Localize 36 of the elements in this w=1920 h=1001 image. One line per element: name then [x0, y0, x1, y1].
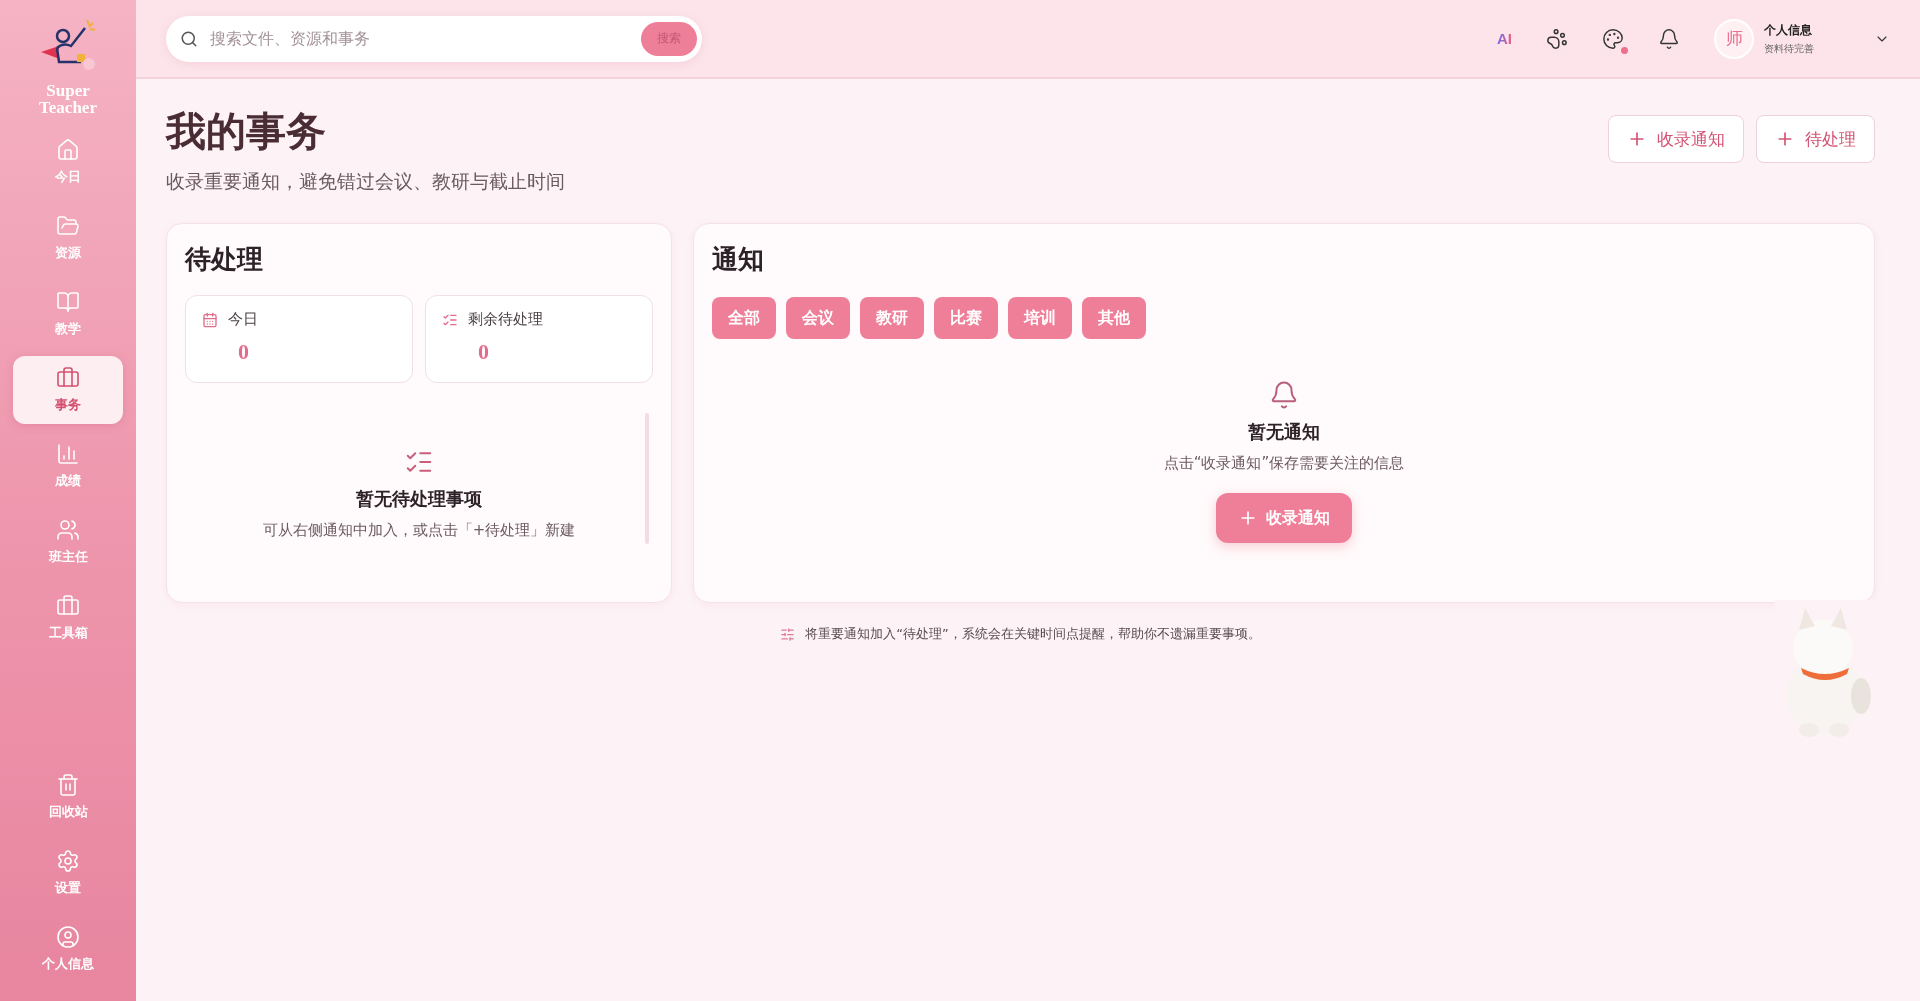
nav-item[interactable]: 事务 [13, 356, 123, 424]
nav-item[interactable]: 资源 [13, 204, 123, 272]
stat-label: 剩余待处理 [468, 310, 543, 329]
nav-item[interactable]: 今日 [13, 128, 123, 196]
page-title: 我的事务 [166, 107, 327, 155]
card-title: 通知 [712, 243, 765, 276]
stat-label: 今日 [228, 310, 258, 329]
filter-chip[interactable]: 会议 [786, 297, 850, 339]
nav-item[interactable]: 设置 [13, 839, 123, 907]
page-subtitle: 收录重要通知，避免错过会议、教研与截止时间 [166, 169, 565, 194]
nav-item[interactable]: 回收站 [13, 763, 123, 831]
card-title: 待处理 [185, 243, 264, 276]
empty-hint: 点击“收录通知”保存需要关注的信息 [1163, 454, 1405, 473]
stat-value: 0 [478, 339, 490, 365]
nav-item[interactable]: 班主任 [13, 508, 123, 576]
filter-chip[interactable]: 比赛 [934, 297, 998, 339]
empty-hint: 可从右侧通知中加入，或点击「+待处理」新建 [262, 521, 576, 540]
footer-hint: 将重要通知加入“待处理”，系统会在关键时间点提醒，帮助你不遗漏重要事项。 [805, 625, 1261, 643]
stat-value: 0 [238, 339, 250, 365]
add-notice-button[interactable]: 收录通知 [1216, 493, 1352, 543]
filter-chip[interactable]: 其他 [1082, 297, 1146, 339]
user-status: 资料待完善 [1764, 41, 1815, 56]
add-button[interactable]: 待处理 [1756, 115, 1875, 163]
nav-item[interactable]: 教学 [13, 280, 123, 348]
filter-chip[interactable]: 全部 [712, 297, 776, 339]
nav-item[interactable]: 个人信息 [13, 915, 123, 983]
avatar[interactable]: 师 [1714, 18, 1754, 59]
nav-item[interactable]: 成绩 [13, 432, 123, 500]
filter-chip[interactable]: 教研 [860, 297, 924, 339]
filter-chip[interactable]: 培训 [1008, 297, 1072, 339]
nav-item[interactable]: 工具箱 [13, 584, 123, 652]
logo-text: Super Teacher [38, 82, 98, 116]
user-name: 个人信息 [1764, 21, 1813, 39]
add-button[interactable]: 收录通知 [1608, 115, 1744, 163]
empty-title: 暂无待处理事项 [356, 487, 482, 511]
empty-title: 暂无通知 [1248, 420, 1320, 444]
